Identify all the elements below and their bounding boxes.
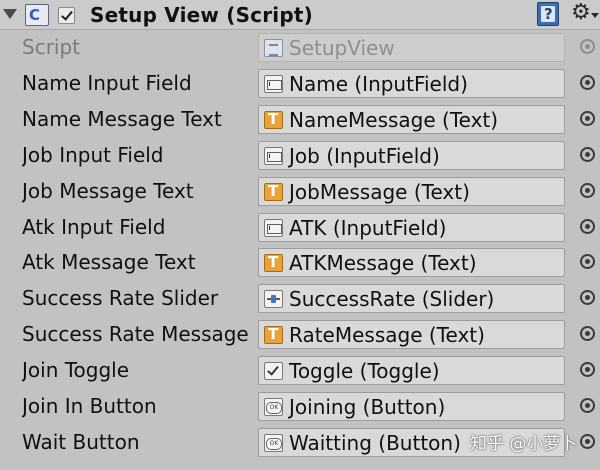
field-label: Atk Input Field bbox=[22, 214, 166, 239]
object-picker-icon[interactable] bbox=[580, 110, 595, 126]
field-row: Job Input Field Job (InputField) bbox=[0, 138, 600, 174]
object-picker-icon bbox=[580, 39, 595, 54]
object-picker-icon[interactable] bbox=[580, 218, 595, 234]
object-reference-field[interactable]: Joining (Button) bbox=[258, 392, 565, 421]
object-reference-field[interactable]: Job (InputField) bbox=[258, 140, 565, 170]
field-label: Join Toggle bbox=[22, 358, 130, 383]
object-picker-icon[interactable] bbox=[580, 254, 595, 270]
gear-icon[interactable]: ⚙ bbox=[571, 1, 591, 25]
object-picker-icon[interactable] bbox=[580, 182, 595, 198]
field-label: Name Message Text bbox=[22, 106, 222, 131]
object-reference-value: NameMessage (Text) bbox=[289, 107, 499, 132]
object-reference-value: JobMessage (Text) bbox=[289, 179, 470, 204]
object-reference-field[interactable]: ATK (InputField) bbox=[258, 212, 565, 242]
field-label: Join In Button bbox=[22, 394, 157, 418]
slider-icon bbox=[264, 290, 283, 309]
object-reference-value: Joining (Button) bbox=[289, 395, 446, 419]
field-row: Name Message Text NameMessage (Text) bbox=[0, 102, 600, 138]
object-picker-icon[interactable] bbox=[580, 398, 595, 413]
object-reference-field[interactable]: ATKMessage (Text) bbox=[258, 248, 565, 278]
text-icon bbox=[264, 110, 283, 129]
object-reference-field[interactable]: SuccessRate (Slider) bbox=[258, 284, 565, 314]
field-row: Atk Message Text ATKMessage (Text) bbox=[0, 245, 600, 281]
object-reference-field[interactable]: JobMessage (Text) bbox=[258, 176, 565, 206]
toggle-icon bbox=[264, 362, 283, 381]
object-picker-icon[interactable] bbox=[580, 326, 595, 342]
field-row: Job Message Text JobMessage (Text) bbox=[0, 174, 600, 210]
inputfield-icon bbox=[264, 146, 283, 165]
field-row: Success Rate Message RateMessage (Text) bbox=[0, 317, 600, 353]
object-picker-icon[interactable] bbox=[580, 362, 595, 378]
component-title: Setup View (Script) bbox=[90, 3, 313, 27]
text-icon bbox=[264, 182, 283, 201]
foldout-arrow-icon[interactable] bbox=[3, 9, 17, 19]
object-reference-value: Toggle (Toggle) bbox=[289, 359, 440, 384]
text-icon bbox=[264, 325, 283, 345]
object-reference-value: RateMessage (Text) bbox=[289, 323, 485, 348]
field-label: Script bbox=[22, 35, 81, 59]
object-reference-value: Waitting (Button) bbox=[289, 430, 461, 455]
script-icon bbox=[264, 39, 283, 57]
field-row: Script SetupView bbox=[0, 30, 600, 66]
object-picker-icon[interactable] bbox=[580, 146, 595, 162]
help-book-icon[interactable]: ? bbox=[537, 2, 559, 26]
button-icon bbox=[264, 398, 283, 416]
settings-dropdown-arrow-icon[interactable] bbox=[591, 13, 599, 18]
text-icon bbox=[264, 253, 283, 273]
component-enabled-checkbox[interactable] bbox=[58, 7, 75, 24]
object-reference-value: ATKMessage (Text) bbox=[289, 251, 477, 276]
field-label: Name Input Field bbox=[22, 70, 192, 95]
field-row: Atk Input Field ATK (InputField) bbox=[0, 210, 600, 246]
field-row: Join Toggle Toggle (Toggle) bbox=[0, 353, 600, 389]
field-label: Job Message Text bbox=[22, 178, 194, 203]
object-reference-field[interactable]: RateMessage (Text) bbox=[258, 320, 565, 350]
field-row: Name Input Field Name (InputField) bbox=[0, 66, 600, 102]
field-row: Success Rate Slider SuccessRate (Slider) bbox=[0, 281, 600, 317]
object-reference-field[interactable]: Toggle (Toggle) bbox=[258, 356, 565, 386]
object-reference-field[interactable]: NameMessage (Text) bbox=[258, 104, 565, 134]
watermark: 知乎 @小萝卜 bbox=[470, 434, 578, 454]
field-label: Atk Message Text bbox=[22, 250, 196, 275]
object-picker-icon[interactable] bbox=[580, 433, 595, 449]
object-reference-value: SetupView bbox=[289, 36, 395, 60]
object-reference-field: SetupView bbox=[258, 33, 565, 62]
field-row: Join In Button Joining (Button) bbox=[0, 389, 600, 425]
object-reference-field[interactable]: Name (InputField) bbox=[258, 68, 565, 98]
field-label: Success Rate Slider bbox=[22, 286, 219, 311]
component-header[interactable]: C Setup View (Script) ? ⚙ bbox=[0, 0, 600, 30]
field-label: Wait Button bbox=[22, 429, 140, 454]
button-icon bbox=[264, 433, 283, 452]
cs-script-icon: C bbox=[25, 4, 49, 26]
object-reference-value: SuccessRate (Slider) bbox=[289, 287, 495, 312]
field-label: Job Input Field bbox=[22, 142, 164, 167]
inspector-panel: C Setup View (Script) ? ⚙ Script SetupVie… bbox=[0, 0, 600, 470]
object-reference-value: Job (InputField) bbox=[289, 143, 440, 168]
object-picker-icon[interactable] bbox=[580, 290, 595, 306]
object-picker-icon[interactable] bbox=[580, 74, 595, 90]
object-reference-value: ATK (InputField) bbox=[289, 215, 447, 240]
inputfield-icon bbox=[264, 74, 283, 93]
inputfield-icon bbox=[264, 218, 283, 237]
object-reference-value: Name (InputField) bbox=[289, 71, 468, 96]
field-label: Success Rate Message bbox=[22, 322, 249, 347]
